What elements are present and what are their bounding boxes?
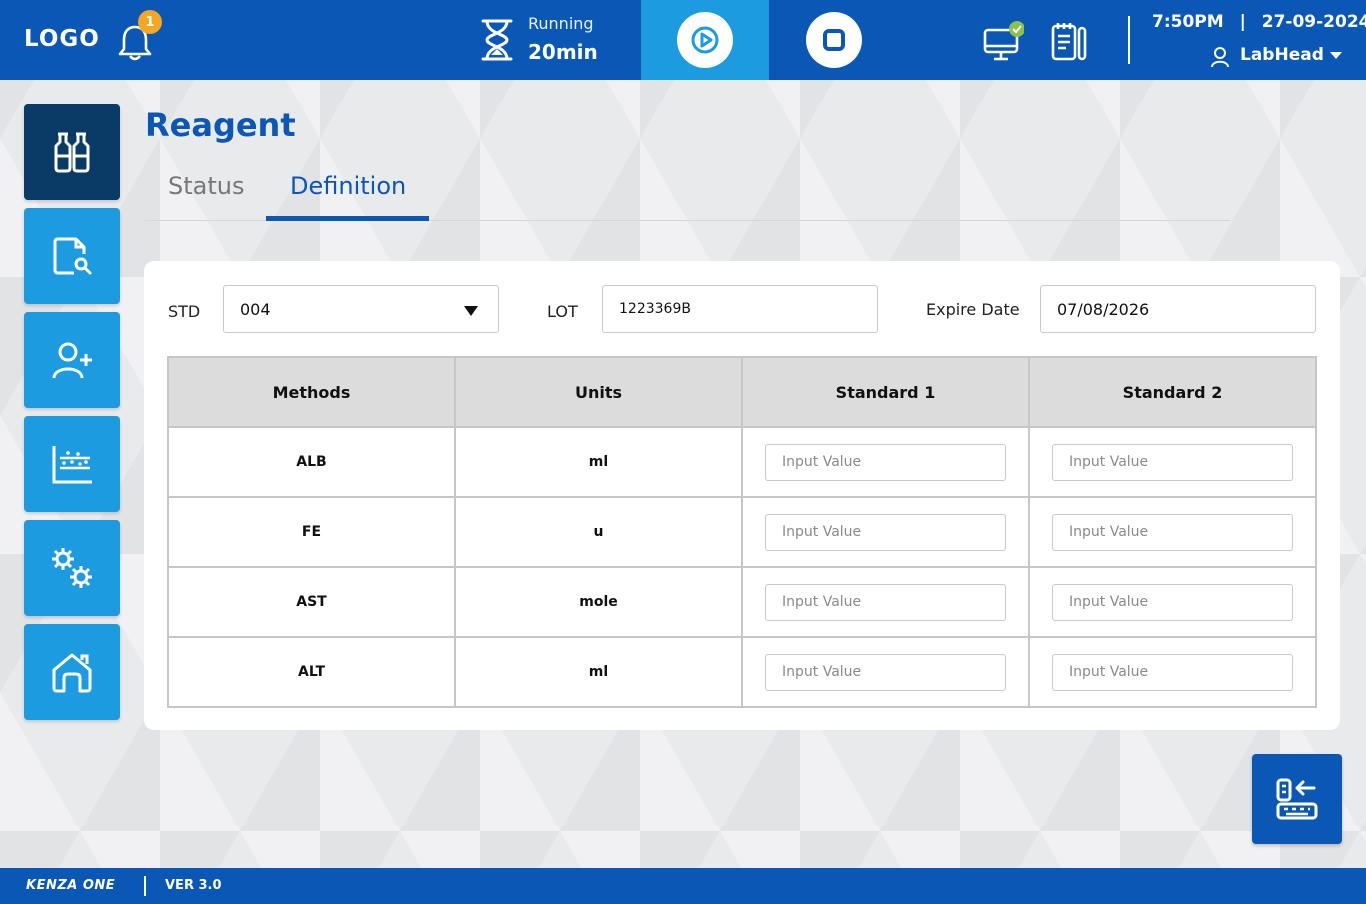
expire-date-field[interactable]: 07/08/2026 bbox=[1040, 285, 1316, 333]
header-standard-2: Standard 2 bbox=[1028, 356, 1317, 428]
header-divider bbox=[1128, 16, 1130, 64]
brand-logo: KENZA ONE bbox=[26, 878, 116, 893]
standard-2-cell bbox=[1028, 636, 1317, 708]
sidebar-item-calibration-chart[interactable] bbox=[24, 416, 120, 512]
hourglass-icon bbox=[481, 19, 513, 61]
standard-2-input[interactable] bbox=[1052, 443, 1293, 481]
unit-cell: ml bbox=[454, 636, 743, 708]
document-search-icon bbox=[53, 237, 92, 275]
table-row: FE u bbox=[167, 496, 1317, 568]
gears-icon bbox=[52, 548, 92, 588]
keyboard-switch-icon bbox=[1276, 778, 1318, 820]
unit-cell: ml bbox=[454, 426, 743, 498]
top-bar: LOGO 1 Running 20min 7:50PM | 27-09-2024… bbox=[0, 0, 1366, 80]
methods-table: Methods Units Standard 1 Standard 2 ALB … bbox=[167, 356, 1317, 708]
page-title: Reagent bbox=[145, 106, 296, 144]
dropdown-arrow-icon bbox=[464, 306, 478, 316]
expire-date-label: Expire Date bbox=[926, 300, 1020, 319]
user-icon bbox=[1211, 47, 1229, 68]
standard-2-cell bbox=[1028, 496, 1317, 568]
lot-field[interactable]: 1223369B bbox=[602, 285, 878, 333]
footer: KENZA ONE VER 3.0 bbox=[0, 868, 1366, 904]
play-icon bbox=[691, 26, 719, 54]
home-icon bbox=[52, 653, 92, 693]
datetime: 7:50PM | 27-09-2024 bbox=[1152, 12, 1366, 32]
sidebar-item-settings[interactable] bbox=[24, 520, 120, 616]
standard-1-input[interactable] bbox=[765, 653, 1006, 691]
standard-2-cell bbox=[1028, 566, 1317, 638]
unit-cell: mole bbox=[454, 566, 743, 638]
std-value: 004 bbox=[240, 299, 271, 319]
datetime-separator: | bbox=[1239, 12, 1246, 32]
chevron-down-icon[interactable] bbox=[1330, 52, 1342, 59]
sidebar-item-add-user[interactable] bbox=[24, 312, 120, 408]
header-standard-1: Standard 1 bbox=[741, 356, 1030, 428]
reagent-bottles-icon bbox=[54, 132, 90, 173]
stop-icon bbox=[823, 29, 845, 51]
add-user-icon bbox=[52, 342, 92, 379]
notification-badge: 1 bbox=[138, 10, 162, 34]
clipboard-report-icon[interactable] bbox=[1050, 20, 1088, 62]
method-cell: AST bbox=[167, 566, 456, 638]
sidebar-item-reagent[interactable] bbox=[24, 104, 120, 200]
version-label: VER 3.0 bbox=[165, 878, 222, 893]
standard-2-input[interactable] bbox=[1052, 583, 1293, 621]
standard-1-input[interactable] bbox=[765, 583, 1006, 621]
date: 27-09-2024 bbox=[1261, 12, 1366, 32]
standard-2-input[interactable] bbox=[1052, 653, 1293, 691]
time: 7:50PM bbox=[1152, 12, 1224, 32]
sidebar-item-report-search[interactable] bbox=[24, 208, 120, 304]
chart-icon bbox=[52, 446, 92, 484]
run-status: Running bbox=[528, 14, 594, 33]
table-row: AST mole bbox=[167, 566, 1317, 638]
lot-label: LOT bbox=[547, 302, 578, 321]
std-dropdown[interactable]: 004 bbox=[223, 285, 499, 333]
standard-1-cell bbox=[741, 636, 1030, 708]
table-row: ALB ml bbox=[167, 426, 1317, 498]
table-header-row: Methods Units Standard 1 Standard 2 bbox=[167, 356, 1317, 428]
std-label: STD bbox=[168, 302, 201, 321]
header-methods: Methods bbox=[167, 356, 456, 428]
sidebar-item-home[interactable] bbox=[24, 624, 120, 720]
active-tab-indicator bbox=[266, 216, 429, 221]
standard-1-cell bbox=[741, 566, 1030, 638]
standard-2-input[interactable] bbox=[1052, 513, 1293, 551]
footer-divider bbox=[144, 876, 146, 896]
run-time: 20min bbox=[528, 40, 598, 64]
standard-1-cell bbox=[741, 426, 1030, 498]
tab-definition[interactable]: Definition bbox=[290, 172, 406, 200]
header-units: Units bbox=[454, 356, 743, 428]
standard-1-input[interactable] bbox=[765, 443, 1006, 481]
expire-date-value: 07/08/2026 bbox=[1057, 299, 1150, 319]
monitor-check-icon[interactable] bbox=[982, 20, 1024, 62]
logo: LOGO bbox=[24, 26, 100, 52]
unit-cell: u bbox=[454, 496, 743, 568]
lot-value: 1223369B bbox=[619, 301, 691, 317]
method-cell: ALB bbox=[167, 426, 456, 498]
standard-1-input[interactable] bbox=[765, 513, 1006, 551]
user-menu[interactable]: LabHead bbox=[1240, 45, 1324, 65]
keyboard-toggle-button[interactable] bbox=[1252, 754, 1342, 844]
standard-1-cell bbox=[741, 496, 1030, 568]
stop-button[interactable] bbox=[806, 12, 862, 68]
standard-2-cell bbox=[1028, 426, 1317, 498]
method-cell: ALT bbox=[167, 636, 456, 708]
table-row: ALT ml bbox=[167, 636, 1317, 708]
tab-status[interactable]: Status bbox=[168, 172, 244, 200]
play-button[interactable] bbox=[677, 12, 733, 68]
method-cell: FE bbox=[167, 496, 456, 568]
